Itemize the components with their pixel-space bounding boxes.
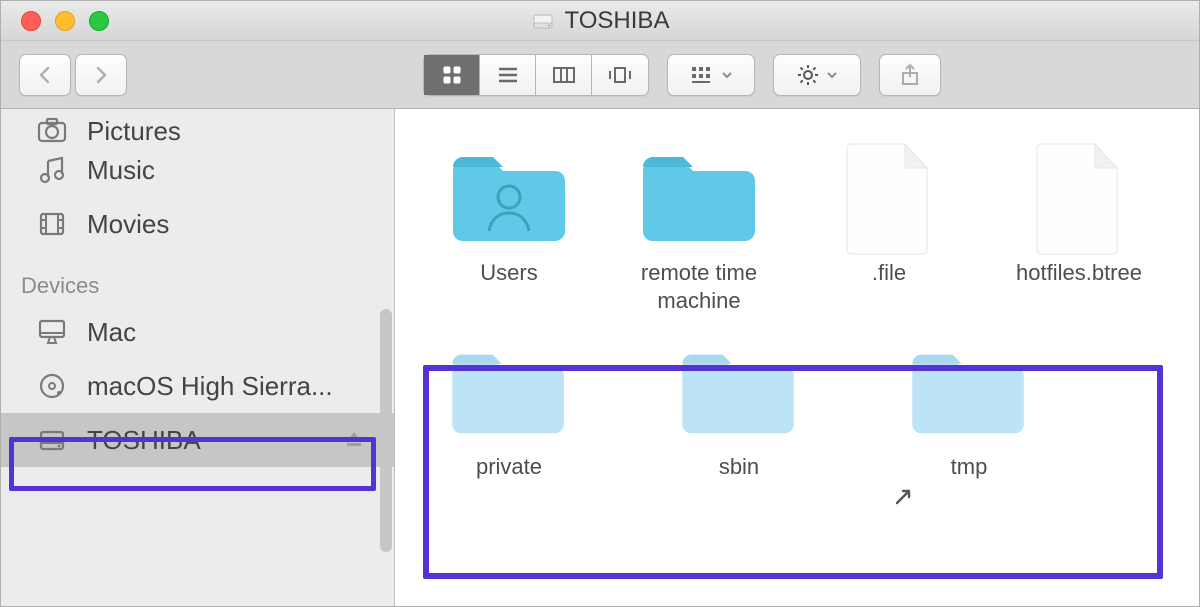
item-label: sbin — [719, 453, 759, 509]
folder-icon — [635, 147, 763, 251]
sidebar-item-pictures[interactable]: Pictures — [1, 109, 394, 143]
item-private[interactable]: private — [419, 341, 599, 509]
sidebar-scrollbar[interactable] — [380, 309, 392, 552]
icon-grid: Users remote time machine — [419, 147, 1169, 509]
action-button[interactable] — [773, 54, 861, 96]
sidebar-item-macos-installer[interactable]: macOS High Sierra... — [1, 359, 394, 413]
finder-window: TOSHIBA — [0, 0, 1200, 607]
item-sbin[interactable]: sbin — [649, 341, 829, 509]
item-label: .file — [872, 259, 906, 315]
share-button[interactable] — [879, 54, 941, 96]
item-label: tmp — [951, 453, 988, 509]
nav-buttons — [19, 54, 127, 96]
folder-light-icon — [905, 339, 1033, 447]
item-users[interactable]: Users — [419, 147, 599, 315]
alias-arrow-icon — [893, 485, 915, 507]
eject-icon — [344, 429, 364, 449]
internal-disk-icon — [35, 369, 69, 403]
sidebar-item-movies[interactable]: Movies — [1, 197, 394, 251]
sidebar-item-label: macOS High Sierra... — [87, 371, 333, 402]
share-icon — [899, 63, 921, 87]
sidebar-item-label: Music — [87, 155, 155, 186]
chevron-right-icon — [91, 65, 111, 85]
sidebar-item-label: Movies — [87, 209, 169, 240]
music-icon — [35, 153, 69, 187]
sidebar-section-devices: Devices — [1, 251, 394, 305]
column-view-icon — [551, 63, 577, 87]
arrange-button[interactable] — [667, 54, 755, 96]
sidebar-item-label: Mac — [87, 317, 136, 348]
icon-view-icon — [440, 63, 464, 87]
list-view-icon — [495, 63, 521, 87]
chevron-down-icon — [721, 69, 733, 81]
view-column-button[interactable] — [536, 55, 592, 95]
item-label: remote time machine — [609, 259, 789, 315]
item-hotfiles-btree[interactable]: hotfiles.btree — [989, 147, 1169, 315]
arrange-icon — [689, 64, 715, 86]
gear-icon — [796, 63, 820, 87]
view-switcher — [423, 54, 649, 96]
sidebar: Pictures Music Movies Devices Mac — [1, 109, 395, 606]
sidebar-item-label: Pictures — [87, 116, 181, 147]
minimize-button[interactable] — [55, 11, 75, 31]
eject-button[interactable] — [344, 425, 364, 456]
item-tmp[interactable]: tmp — [879, 341, 1059, 509]
item-label: hotfiles.btree — [1016, 259, 1142, 315]
sidebar-item-music[interactable]: Music — [1, 143, 394, 197]
item-dot-file[interactable]: .file — [799, 147, 979, 315]
toolbar — [1, 41, 1199, 109]
gallery-view-icon — [605, 63, 635, 87]
file-icon — [1029, 140, 1129, 258]
film-icon — [35, 207, 69, 241]
camera-icon — [35, 113, 69, 147]
forward-button[interactable] — [75, 54, 127, 96]
view-icon-button[interactable] — [424, 55, 480, 95]
folder-users-icon — [445, 147, 573, 251]
imac-icon — [35, 315, 69, 349]
folder-light-icon — [445, 339, 573, 447]
titlebar: TOSHIBA — [1, 1, 1199, 41]
zoom-button[interactable] — [89, 11, 109, 31]
content-area[interactable]: Users remote time machine — [395, 109, 1199, 606]
view-list-button[interactable] — [480, 55, 536, 95]
close-button[interactable] — [21, 11, 41, 31]
sidebar-item-label: TOSHIBA — [87, 425, 201, 456]
item-remote-time-machine[interactable]: remote time machine — [609, 147, 789, 315]
external-disk-icon — [35, 423, 69, 457]
window-title: TOSHIBA — [1, 9, 1199, 33]
sidebar-item-mac[interactable]: Mac — [1, 305, 394, 359]
external-disk-icon — [531, 9, 555, 33]
folder-light-icon — [675, 339, 803, 447]
window-title-text: TOSHIBA — [565, 9, 670, 33]
chevron-down-icon — [826, 69, 838, 81]
item-label: private — [476, 453, 542, 509]
file-icon — [839, 140, 939, 258]
chevron-left-icon — [35, 65, 55, 85]
back-button[interactable] — [19, 54, 71, 96]
view-gallery-button[interactable] — [592, 55, 648, 95]
sidebar-item-toshiba[interactable]: TOSHIBA — [1, 413, 394, 467]
item-label: Users — [480, 259, 537, 315]
window-controls — [1, 11, 109, 31]
